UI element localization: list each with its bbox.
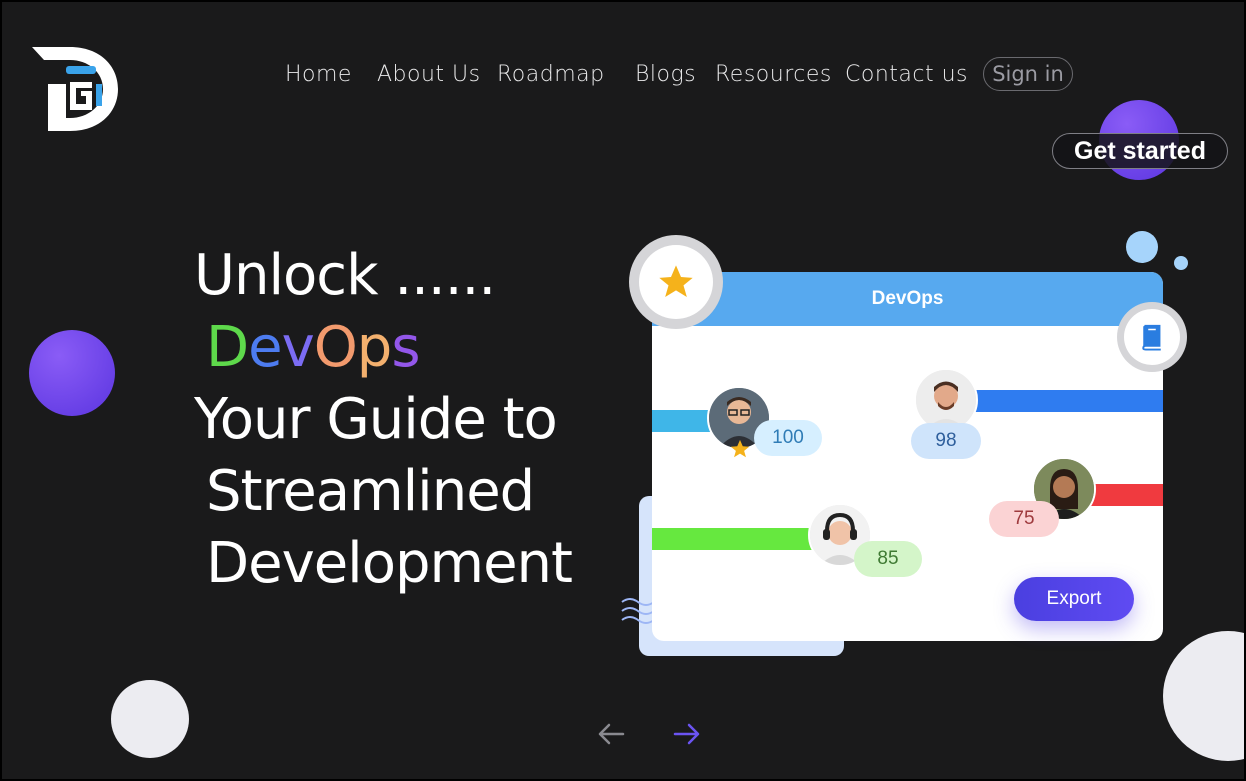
devops-letter: s [391,315,420,380]
nav-roadmap[interactable]: Roadmap [497,62,605,87]
decorative-blue-dot-small [1174,256,1188,270]
devops-letter: D [206,315,249,380]
decorative-white-circle-large [1163,631,1244,761]
score-bar [970,390,1163,412]
nav-blogs[interactable]: Blogs [635,62,696,87]
hero-line-guide: Your Guide to [194,387,558,452]
star-icon [659,265,693,297]
arrow-left-icon[interactable] [595,718,627,750]
hero-headline: Unlock ...... DevOps Your Guide to Strea… [194,240,573,600]
export-button[interactable]: Export [1014,577,1134,621]
page-frame: Home About Us Roadmap Blogs Resources Co… [0,0,1246,781]
devops-letter: e [248,315,282,380]
nav-home[interactable]: Home [285,62,352,87]
nav-contact-us[interactable]: Contact us [845,62,968,87]
score-badge: 75 [989,501,1059,537]
devops-letter: p [356,315,393,380]
card-title: DevOps [652,272,1163,326]
nav-about-us[interactable]: About Us [377,62,481,87]
hero-line-unlock: Unlock ...... [194,243,496,308]
score-badge: 100 [754,420,822,456]
dg-logo-icon[interactable] [30,44,122,134]
nav-resources[interactable]: Resources [715,62,832,87]
star-icon [730,439,750,458]
decorative-purple-circle [29,330,115,416]
hero-line-development: Development [206,531,573,596]
devops-letter: O [313,315,358,380]
get-started-button[interactable]: Get started [1052,133,1228,169]
devops-letter: v [281,315,315,380]
book-badge [1117,302,1187,372]
sign-in-button[interactable]: Sign in [983,57,1073,91]
hero-line-devops: DevOps [194,312,572,384]
arrow-right-icon[interactable] [671,718,703,750]
score-badge: 98 [911,423,981,459]
score-badge: 85 [854,541,922,577]
hero-line-streamlined: Streamlined [206,459,535,524]
score-bar [652,528,822,550]
decorative-blue-dot [1126,231,1158,263]
decorative-white-circle [111,680,189,758]
book-icon [1142,324,1161,351]
star-badge [629,235,723,329]
